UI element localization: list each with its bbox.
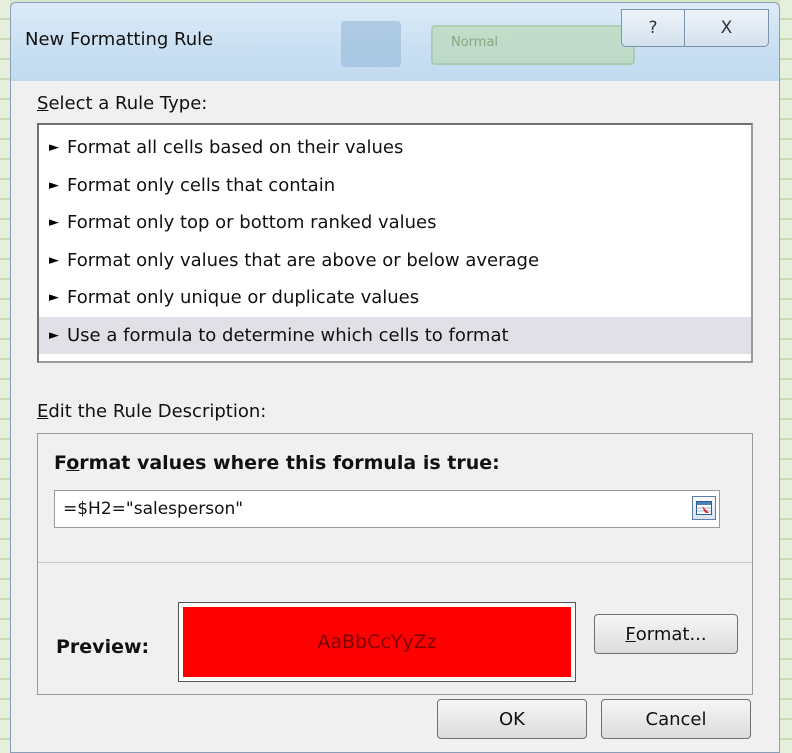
preview-swatch: AaBbCcYyZz [183,607,571,677]
formula-section: Format values where this formula is true… [38,434,752,563]
triangle-right-icon: ► [49,140,59,156]
rule-type-item[interactable]: ► Format all cells based on their values [39,129,751,167]
rule-type-list[interactable]: ► Format all cells based on their values… [37,123,753,363]
help-icon: ? [648,18,658,38]
preview-box: AaBbCcYyZz [178,602,576,682]
rule-type-item[interactable]: ► Format only cells that contain [39,167,751,205]
title-bar[interactable]: Normal New Formatting Rule ? X [11,3,779,81]
rule-type-item-label: Format only unique or duplicate values [67,287,420,309]
triangle-right-icon: ► [49,252,59,268]
rule-type-item-label: Format all cells based on their values [67,137,404,159]
help-button[interactable]: ? [621,9,685,47]
triangle-right-icon: ► [49,290,59,306]
triangle-right-icon: ► [49,327,59,343]
preview-sample-text: AaBbCcYyZz [317,631,437,653]
rule-type-item-label: Use a formula to determine which cells t… [67,324,509,346]
cancel-button[interactable]: Cancel [601,699,751,739]
format-button-label: ormat... [635,623,707,645]
rule-type-item[interactable]: ► Format only values that are above or b… [39,242,751,280]
rule-type-access-key: S [37,93,49,114]
background-app-left-edge [0,0,10,753]
background-app-right-edge [780,0,792,753]
rule-type-item-label: Format only top or bottom ranked values [67,212,437,234]
formula-label-text: rmat values where this formula is true: [79,452,500,474]
format-button[interactable]: Format... [594,614,738,654]
rule-description-access-key: E [37,401,49,422]
triangle-right-icon: ► [49,215,59,231]
rule-type-heading: Select a Rule Type: [37,93,207,114]
rule-type-item-label: Format only cells that contain [67,174,336,196]
triangle-right-icon: ► [49,177,59,193]
preview-label: Preview: [56,636,150,658]
close-button[interactable]: X [684,9,769,47]
rule-type-item[interactable]: ► Format only top or bottom ranked value… [39,204,751,242]
dialog-title: New Formatting Rule [25,29,214,50]
background-style-ghost-text: Normal [451,35,499,50]
collapse-dialog-button[interactable] [692,496,716,520]
formula-label-access-key: o [66,452,80,474]
formula-input[interactable] [54,490,720,528]
range-select-icon [696,501,712,515]
rule-description-heading: Edit the Rule Description: [37,401,266,422]
rule-type-item-label: Format only values that are above or bel… [67,249,540,271]
close-icon: X [720,18,733,38]
new-formatting-rule-dialog: Normal New Formatting Rule ? X Select a … [10,2,780,753]
rule-type-item-selected[interactable]: ► Use a formula to determine which cells… [39,316,751,354]
rule-description-panel: Format values where this formula is true… [37,433,753,695]
background-ribbon-ghost [341,21,401,67]
ok-button[interactable]: OK [437,699,587,739]
formula-label-start: F [54,452,67,474]
rule-type-heading-text: elect a Rule Type: [48,93,208,114]
formula-label: Format values where this formula is true… [54,452,500,474]
rule-description-heading-text: dit the Rule Description: [48,401,267,422]
format-button-access-key: F [625,623,636,645]
rule-type-item[interactable]: ► Format only unique or duplicate values [39,279,751,317]
